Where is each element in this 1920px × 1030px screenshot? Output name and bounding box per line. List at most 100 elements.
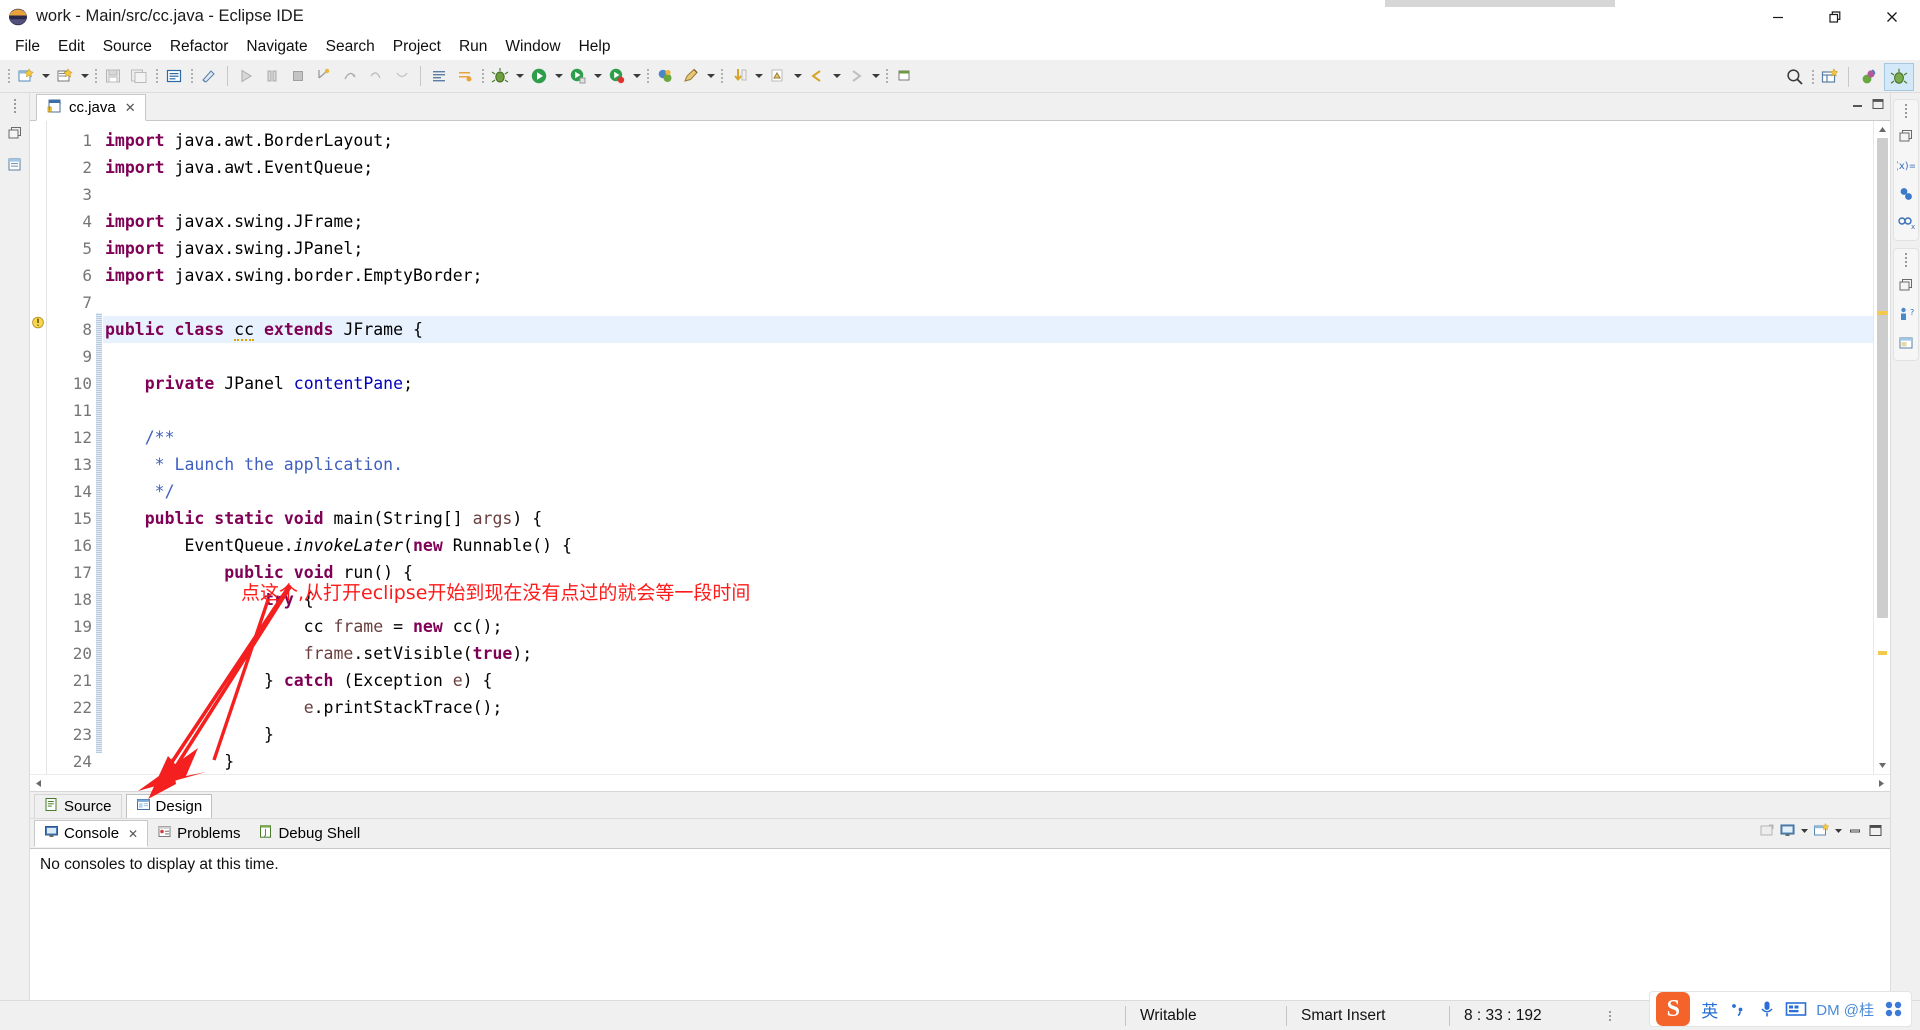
- code-line[interactable]: cc frame = new cc();: [103, 613, 1873, 640]
- previous-annotation-icon[interactable]: [726, 63, 752, 89]
- forward-icon[interactable]: [843, 63, 869, 89]
- scroll-right-arrow-icon[interactable]: [1873, 775, 1890, 792]
- coverage-icon[interactable]: [604, 63, 630, 89]
- new-java-class-icon[interactable]: [52, 63, 78, 89]
- menu-window[interactable]: Window: [496, 35, 569, 59]
- restore-view-icon-2[interactable]: [1898, 277, 1914, 298]
- editor-maximize-icon[interactable]: [1870, 96, 1886, 117]
- tab-console[interactable]: Console ✕: [34, 820, 149, 847]
- package-explorer-icon[interactable]: [7, 156, 23, 177]
- forward-dropdown-icon[interactable]: [869, 63, 882, 89]
- new-wizard-dropdown-icon[interactable]: [39, 63, 52, 89]
- debug-dropdown-icon[interactable]: [513, 63, 526, 89]
- back-dropdown-icon[interactable]: [830, 63, 843, 89]
- tab-console-close-icon[interactable]: ✕: [128, 827, 138, 841]
- console-minimize-icon[interactable]: [1847, 822, 1864, 844]
- editor-vertical-scrollbar[interactable]: [1873, 121, 1890, 774]
- microphone-icon[interactable]: [1758, 999, 1776, 1019]
- code-line[interactable]: public static void main(String[] args) {: [103, 505, 1873, 532]
- run-icon[interactable]: [526, 63, 552, 89]
- code-line[interactable]: import javax.swing.border.EmptyBorder;: [103, 262, 1873, 289]
- new-java-class-dropdown-icon[interactable]: [78, 63, 91, 89]
- editor-tab-cc-java[interactable]: ! cc.java ✕: [36, 94, 146, 121]
- code-line[interactable]: }: [103, 721, 1873, 748]
- code-line[interactable]: public class cc extends JFrame {: [103, 316, 1873, 343]
- variables-icon[interactable]: (x)=: [1894, 157, 1916, 178]
- tab-design[interactable]: Design: [125, 794, 213, 818]
- menu-run[interactable]: Run: [450, 35, 496, 59]
- sogou-logo-icon[interactable]: S: [1656, 992, 1691, 1026]
- punctuation-icon[interactable]: [1727, 999, 1749, 1019]
- open-type-icon[interactable]: [426, 63, 452, 89]
- run-dropdown-icon[interactable]: [552, 63, 565, 89]
- task-list-icon[interactable]: ?: [1898, 306, 1914, 327]
- code-line[interactable]: import javax.swing.JFrame;: [103, 208, 1873, 235]
- step-return-icon[interactable]: [363, 63, 389, 89]
- next-annotation-icon[interactable]: [765, 63, 791, 89]
- overview-warning-mark[interactable]: [1878, 311, 1887, 315]
- scroll-down-arrow-icon[interactable]: [1874, 757, 1891, 774]
- close-button[interactable]: [1863, 0, 1920, 33]
- display-selected-console-icon[interactable]: [1779, 822, 1796, 844]
- code-line[interactable]: }: [103, 748, 1873, 774]
- back-icon[interactable]: [804, 63, 830, 89]
- step-over-icon[interactable]: [337, 63, 363, 89]
- search-icon[interactable]: [1782, 64, 1808, 90]
- terminate-icon[interactable]: [285, 63, 311, 89]
- annotation-dropdown-icon[interactable]: [704, 63, 717, 89]
- restore-view-icon[interactable]: [7, 125, 23, 146]
- sogou-menu-icon[interactable]: [1883, 999, 1905, 1019]
- code-editor-text[interactable]: import java.awt.BorderLayout; import java…: [103, 121, 1873, 774]
- debug-perspective-icon[interactable]: [1884, 62, 1914, 91]
- code-line[interactable]: import java.awt.EventQueue;: [103, 154, 1873, 181]
- restore-view-icon[interactable]: [1898, 128, 1914, 149]
- scroll-up-arrow-icon[interactable]: [1874, 121, 1891, 138]
- next-annotation-dropdown-icon[interactable]: [791, 63, 804, 89]
- skip-all-breakpoints-icon[interactable]: [452, 63, 478, 89]
- code-line[interactable]: import javax.swing.JPanel;: [103, 235, 1873, 262]
- editor-horizontal-scrollbar[interactable]: [30, 774, 1890, 791]
- new-wizard-icon[interactable]: [13, 63, 39, 89]
- resume-icon[interactable]: [233, 63, 259, 89]
- ime-language-mode[interactable]: 英: [1701, 997, 1718, 1022]
- code-line[interactable]: /**: [103, 424, 1873, 451]
- editor-tab-close-icon[interactable]: ✕: [125, 100, 136, 116]
- tab-problems[interactable]: Problems: [148, 821, 249, 846]
- menu-help[interactable]: Help: [570, 35, 620, 59]
- code-line[interactable]: frame.setVisible(true);: [103, 640, 1873, 667]
- drop-to-frame-icon[interactable]: [389, 63, 415, 89]
- editor-marker-bar[interactable]: [30, 121, 47, 774]
- code-line[interactable]: [103, 181, 1873, 208]
- previous-annotation-dropdown-icon[interactable]: [752, 63, 765, 89]
- code-line[interactable]: [103, 289, 1873, 316]
- editor-minimize-icon[interactable]: [1850, 96, 1866, 117]
- code-line[interactable]: * Launch the application.: [103, 451, 1873, 478]
- new-console-dropdown-icon[interactable]: [1833, 822, 1844, 844]
- external-tools-dropdown-icon[interactable]: [591, 63, 604, 89]
- java-perspective-icon[interactable]: [1854, 63, 1884, 91]
- console-maximize-icon[interactable]: [1867, 822, 1884, 844]
- new-perspective-icon[interactable]: [1817, 64, 1843, 90]
- display-console-dropdown-icon[interactable]: [1799, 822, 1810, 844]
- save-all-icon[interactable]: [126, 63, 152, 89]
- scroll-left-arrow-icon[interactable]: [30, 775, 47, 792]
- menu-file[interactable]: File: [6, 35, 49, 59]
- code-line[interactable]: } catch (Exception e) {: [103, 667, 1873, 694]
- tab-debug-shell[interactable]: J Debug Shell: [249, 821, 369, 846]
- code-line[interactable]: e.printStackTrace();: [103, 694, 1873, 721]
- overview-warning-mark-2[interactable]: [1878, 651, 1887, 655]
- code-line[interactable]: [103, 343, 1873, 370]
- print-icon[interactable]: [161, 63, 187, 89]
- minimize-button[interactable]: [1749, 0, 1806, 33]
- code-line[interactable]: private JPanel contentPane;: [103, 370, 1873, 397]
- debug-icon[interactable]: [487, 63, 513, 89]
- run-external-tools-icon[interactable]: [565, 63, 591, 89]
- code-line[interactable]: import java.awt.BorderLayout;: [103, 127, 1873, 154]
- menu-search[interactable]: Search: [317, 35, 384, 59]
- menu-refactor[interactable]: Refactor: [161, 35, 238, 59]
- annotation-edit-icon[interactable]: [678, 63, 704, 89]
- warning-marker-icon[interactable]: [31, 315, 46, 335]
- suspend-icon[interactable]: [259, 63, 285, 89]
- toggle-mark-occurrences-icon[interactable]: [196, 63, 222, 89]
- step-into-icon[interactable]: [311, 63, 337, 89]
